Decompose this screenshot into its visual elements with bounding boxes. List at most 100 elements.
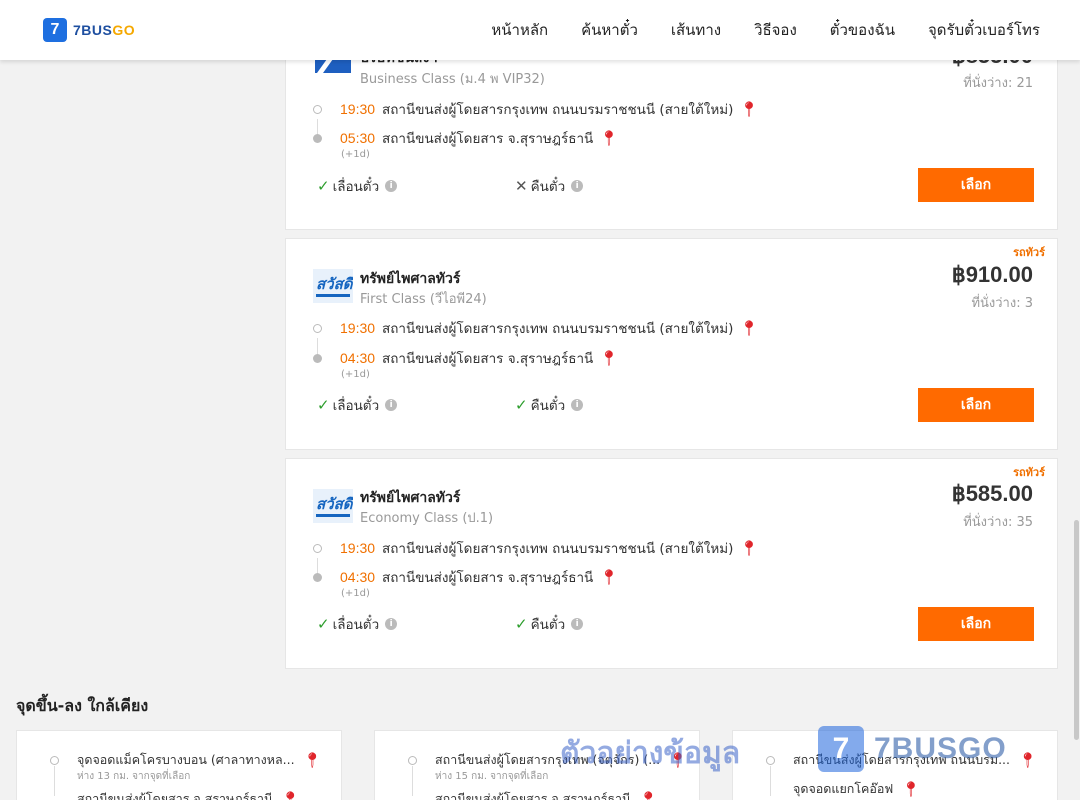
departure-station: สถานีขนส่งผู้โดยสารกรุงเทพ ถนนบรมราชชนนี… [382,102,734,118]
arrival-stop: 04:30 สถานีขนส่งผู้โดยสาร จ.สุราษฎร์ธานี… [313,567,618,587]
map-pin-icon[interactable]: 📍︎ [739,540,758,556]
site-logo[interactable]: 7 7BUSGO [43,18,135,42]
reschedule-label: เลื่อนตั๋ว [332,179,380,195]
map-pin-icon[interactable]: 📍︎ [599,569,618,585]
nearby-dot [50,756,59,765]
seats-available: ที่นั่งว่าง: 35 [963,515,1033,530]
nearby-dot [766,756,775,765]
ticket-price: ฿585.00 [951,481,1033,506]
refund-policy: ✓ คืนตั๋ว i [515,613,584,635]
nav-my-tickets[interactable]: ตั๋วของฉัน [830,18,895,42]
arrival-stop: 05:30 สถานีขนส่งผู้โดยสาร จ.สุราษฎร์ธานี… [313,128,618,148]
watermark-text: ตัวอย่างข้อมูล [560,736,741,771]
seats-available: ที่นั่งว่าง: 21 [963,76,1033,91]
nearby-distance: ห่าง 13 กม. จากจุดที่เลือก [77,771,191,782]
arrival-dot [313,572,322,582]
bus-class: First Class (วีไอพี24) [360,292,487,307]
nearby-route-line [54,766,55,796]
check-icon: ✓ [317,615,330,633]
reschedule-policy: ✓ เลื่อนตั๋ว i [317,613,398,635]
select-trip-button[interactable]: เลือก [918,607,1034,641]
nearby-stop-card[interactable]: จุดจอดแม็คโครบางบอน (ศาลาทางหล... 📍︎ ห่าง… [16,730,342,800]
nearby-to-stop: สถานีขนส่งผู้โดยสาร จ.สุราษฎร์ธานี 📍︎ [435,789,658,800]
check-icon: ✓ [317,396,330,414]
info-icon[interactable]: i [385,180,398,192]
next-day-indicator: (+1d) [341,369,370,380]
page-scrollbar[interactable] [1072,60,1080,800]
nearby-from-stop: จุดจอดแม็คโครบางบอน (ศาลาทางหล... 📍︎ [77,750,322,770]
nearby-to-stop: จุดจอดแยกโคอ๊อฟ 📍︎ [793,779,920,799]
departure-time: 19:30 [340,540,376,556]
departure-stop: 19:30 สถานีขนส่งผู้โดยสารกรุงเทพ ถนนบรมร… [313,99,758,119]
map-pin-icon[interactable]: 📍︎ [303,751,322,769]
departure-stop: 19:30 สถานีขนส่งผู้โดยสารกรุงเทพ ถนนบรมร… [313,318,758,338]
arrival-station: สถานีขนส่งผู้โดยสาร จ.สุราษฎร์ธานี [382,351,594,367]
refund-label: คืนตั๋ว [530,398,566,414]
reschedule-policy: ✓ เลื่อนตั๋ว i [317,175,398,197]
nav-pickup-points[interactable]: จุดรับตั๋วเบอร์โทร [928,18,1040,42]
logo-text-main: 7BUS [73,22,113,38]
nearby-to-label: จุดจอดแยกโคอ๊อฟ [793,781,894,796]
departure-dot [313,104,322,114]
select-trip-button[interactable]: เลือก [918,168,1034,202]
departure-station: สถานีขนส่งผู้โดยสารกรุงเทพ ถนนบรมราชชนนี… [382,321,734,337]
operator-name: ทรัพย์ไพศาลทัวร์ [360,490,461,506]
departure-time: 19:30 [340,320,376,336]
bus-class: Business Class (ม.4 พ VIP32) [360,72,545,87]
arrival-station: สถานีขนส่งผู้โดยสาร จ.สุราษฎร์ธานี [382,570,594,586]
departure-dot [313,323,322,333]
trip-card: รถทัวร์ สวัสดี ทรัพย์ไพศาลทัวร์ Economy … [285,458,1058,669]
map-pin-icon[interactable]: 📍︎ [599,350,618,366]
info-icon[interactable]: i [571,399,584,411]
departure-time: 19:30 [340,101,376,117]
logo-mark: 7 [43,18,67,42]
nearby-to-stop: สถานีขนส่งผู้โดยสาร จ.สุราษฎร์ธานี 📍︎ [77,789,300,800]
check-icon: ✓ [515,396,528,414]
refund-label: คืนตั๋ว [530,617,566,633]
arrival-stop: 04:30 สถานีขนส่งผู้โดยสาร จ.สุราษฎร์ธานี… [313,348,618,368]
arrival-dot [313,353,322,363]
svg-text:สวัสดี: สวัสดี [316,495,353,513]
nav-how-to-book[interactable]: วิธีจอง [754,18,797,42]
watermark-logo-mark: 7 [818,726,864,772]
arrival-time: 04:30 [340,350,376,366]
nav-home[interactable]: หน้าหลัก [491,18,548,42]
cross-icon: ✕ [515,177,528,195]
operator-name: ทรัพย์ไพศาลทัวร์ [360,271,461,287]
departure-dot [313,543,322,553]
map-pin-icon[interactable]: 📍︎ [739,101,758,117]
reschedule-label: เลื่อนตั๋ว [332,617,380,633]
seats-available: ที่นั่งว่าง: 3 [971,296,1033,311]
nav-search-ticket[interactable]: ค้นหาตั๋ว [581,18,638,42]
nearby-route-line [770,766,771,796]
nearby-dot [408,756,417,765]
map-pin-icon[interactable]: 📍︎ [639,790,658,800]
map-pin-icon[interactable]: 📍︎ [739,320,758,336]
map-pin-icon[interactable]: 📍︎ [599,130,618,146]
info-icon[interactable]: i [571,618,584,630]
map-pin-icon[interactable]: 📍︎ [281,790,300,800]
info-icon[interactable]: i [571,180,584,192]
top-navbar: 7 7BUSGO หน้าหลัก ค้นหาตั๋ว เส้นทาง วิธี… [0,0,1080,60]
operator-logo-icon: สวัสดี [313,489,353,523]
reschedule-policy: ✓ เลื่อนตั๋ว i [317,394,398,416]
logo-text: 7BUSGO [73,22,135,38]
nearby-from-label: จุดจอดแม็คโครบางบอน (ศาลาทางหล... [77,752,295,767]
map-pin-icon[interactable]: 📍︎ [1018,751,1037,769]
nav-routes[interactable]: เส้นทาง [671,18,721,42]
select-trip-button[interactable]: เลือก [918,388,1034,422]
ticket-price: ฿910.00 [951,262,1033,287]
scroll-thumb[interactable] [1074,520,1079,740]
departure-stop: 19:30 สถานีขนส่งผู้โดยสารกรุงเทพ ถนนบรมร… [313,538,758,558]
arrival-time: 05:30 [340,130,376,146]
map-pin-icon[interactable]: 📍︎ [901,780,920,798]
arrival-station: สถานีขนส่งผู้โดยสาร จ.สุราษฎร์ธานี [382,131,594,147]
reschedule-label: เลื่อนตั๋ว [332,398,380,414]
arrival-time: 04:30 [340,569,376,585]
info-icon[interactable]: i [385,399,398,411]
trip-card: รถทัวร์ สวัสดี ทรัพย์ไพศาลทัวร์ First Cl… [285,238,1058,450]
nearby-stops-title: จุดขึ้น-ลง ใกล้เคียง [16,696,149,715]
bus-type-badge: รถทัวร์ [1013,466,1045,479]
next-day-indicator: (+1d) [341,588,370,599]
info-icon[interactable]: i [385,618,398,630]
